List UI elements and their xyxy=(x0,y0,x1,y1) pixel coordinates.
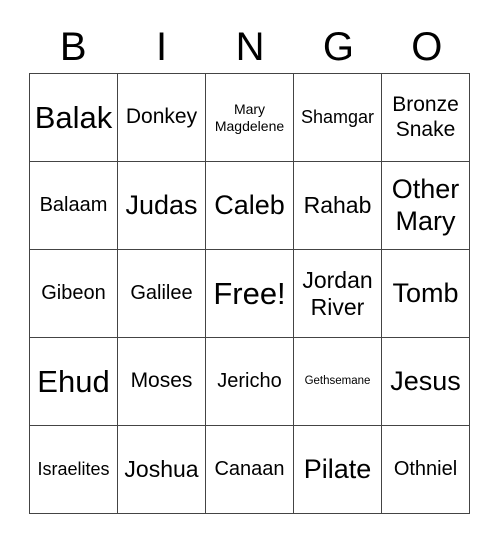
header-letter-b: B xyxy=(59,25,87,69)
bingo-cell: Galilee xyxy=(118,250,206,338)
bingo-cell: Rahab xyxy=(294,162,382,250)
header-letter-n: N xyxy=(235,25,265,69)
bingo-cell: Caleb xyxy=(206,162,294,250)
header-letter-o: O xyxy=(411,25,443,69)
bingo-cell: Donkey xyxy=(118,74,206,162)
bingo-cell: Jesus xyxy=(382,338,470,426)
bingo-cell: Shamgar xyxy=(294,74,382,162)
header-letter-g: G xyxy=(322,25,354,69)
bingo-header: B I N G O xyxy=(29,22,471,72)
bingo-cell: Jordan River xyxy=(294,250,382,338)
bingo-cell: Ehud xyxy=(30,338,118,426)
bingo-cell: Gibeon xyxy=(30,250,118,338)
bingo-cell: Balak xyxy=(30,74,118,162)
bingo-cell: Israelites xyxy=(30,426,118,514)
bingo-grid: Balak Donkey Mary Magdelene Shamgar Bron… xyxy=(29,73,470,514)
bingo-cell: Othniel xyxy=(382,426,470,514)
bingo-cell: Mary Magdelene xyxy=(206,74,294,162)
bingo-cell: Gethsemane xyxy=(294,338,382,426)
bingo-cell: Pilate xyxy=(294,426,382,514)
bingo-cell: Judas xyxy=(118,162,206,250)
bingo-cell: Jericho xyxy=(206,338,294,426)
bingo-cell: Canaan xyxy=(206,426,294,514)
bingo-cell: Bronze Snake xyxy=(382,74,470,162)
bingo-cell: Other Mary xyxy=(382,162,470,250)
bingo-cell: Joshua xyxy=(118,426,206,514)
bingo-cell: Tomb xyxy=(382,250,470,338)
bingo-cell: Moses xyxy=(118,338,206,426)
free-space: Free! xyxy=(206,250,294,338)
bingo-cell: Balaam xyxy=(30,162,118,250)
header-letter-i: I xyxy=(156,25,168,69)
